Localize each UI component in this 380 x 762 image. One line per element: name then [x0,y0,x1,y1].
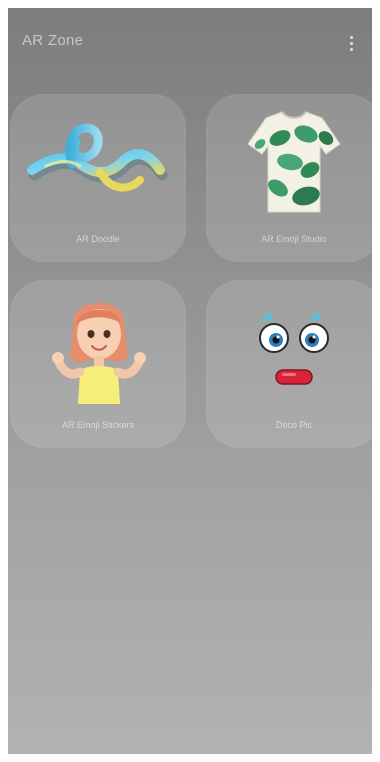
more-vertical-icon-dot [349,47,353,51]
app-title: AR Zone [22,32,84,49]
cartoon-face-art-icon [259,311,329,385]
tile-ar-emoji-stickers[interactable]: AR Emoji Stickers [10,280,186,448]
tile-label: AR Emoji Stickers [61,420,134,430]
more-vertical-icon [349,35,353,39]
ar-zone-screen: AR Zone AR Doodle AR Emoji Studio AR Emo… [8,8,372,754]
app-bar: AR Zone [8,8,372,78]
tile-label: AR Emoji Studio [261,234,327,244]
more-vertical-icon-dot [349,41,353,45]
tile-ar-emoji-studio[interactable]: AR Emoji Studio [206,94,372,262]
emoji-avatar-art-icon [52,302,146,404]
doodle-art-icon [27,123,168,192]
tile-deco-pic[interactable]: Deco Pic [206,280,372,448]
tile-label: AR Doodle [76,234,120,244]
tile-ar-doodle[interactable]: AR Doodle [10,94,186,262]
more-options-button[interactable] [338,26,364,60]
shirt-art-icon [247,111,341,213]
tile-label: Deco Pic [275,420,312,430]
